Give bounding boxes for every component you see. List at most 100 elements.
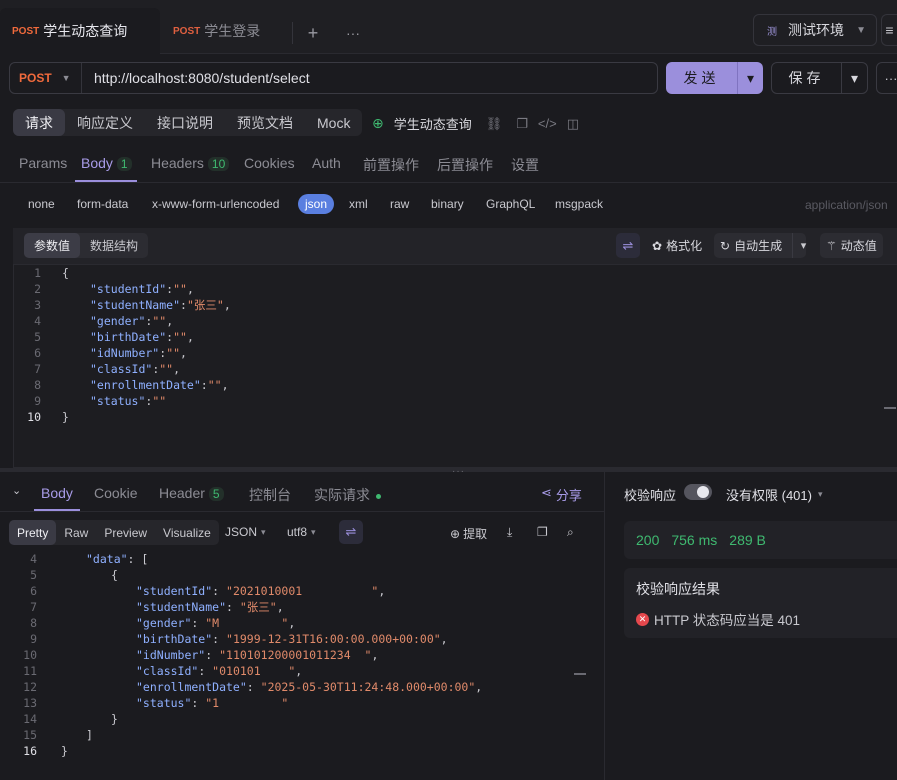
permission-select[interactable]: 没有权限 (401) ▾ [726,485,823,504]
tab-post-ops[interactable]: 后置操作 [437,155,493,175]
share-label: 分享 [555,488,582,503]
refresh-icon: ↻ [720,238,731,253]
code-line: 13 "status": "1 " [9,695,589,711]
tab-params[interactable]: Params [19,155,67,171]
more-tabs-icon[interactable]: ··· [343,22,363,44]
resp-tab-header[interactable]: Header 5 [159,485,224,501]
body-type-binary[interactable]: binary [431,197,464,211]
body-type-msgpack[interactable]: msgpack [555,197,603,211]
wrap-icon[interactable]: ⇌ [339,520,363,544]
wrap-icon[interactable]: ⇌ [616,233,640,258]
code-line: 11 "classId": "010101 ", [9,663,589,679]
panel-icon[interactable]: ◫ [567,116,579,132]
tab-cookies[interactable]: Cookies [244,155,295,171]
code-text: "birthDate":"", [90,330,194,344]
code-line: 4 "data": [ [9,551,589,567]
link-icon[interactable]: ⛓ [486,116,503,132]
body-type-json[interactable]: json [298,194,335,214]
share-button[interactable]: ⋖ 分享 [541,485,582,504]
line-number: 12 [23,680,37,694]
tab-request[interactable]: 请求 [13,109,65,136]
body-type-urlencoded[interactable]: x-www-form-urlencoded [152,197,279,211]
tab-data-structure[interactable]: 数据结构 [80,233,148,258]
encoding-select[interactable]: utf8 ▾ [287,525,316,539]
code-text: "data": [ [86,552,149,566]
env-label: 测试环境 [788,22,844,38]
save-label: 保存 [788,70,825,86]
code-text: "gender":"", [90,314,174,328]
tab-headers[interactable]: Headers 10 [151,155,230,171]
tab-student-login[interactable]: POST 学生登录 [161,8,291,54]
code-text: "studentId": "2021010001 ", [136,584,386,598]
response-size: 289 B [729,532,766,548]
tab-settings[interactable]: 设置 [511,155,539,175]
resp-tab-header-label: Header [159,485,205,501]
send-button[interactable]: 发送 ▾ [666,62,763,94]
resp-tab-cookie[interactable]: Cookie [94,485,138,501]
code-text: "idNumber":"", [90,346,187,360]
code-line: 8 "enrollmentDate":"", [13,377,873,393]
view-preview[interactable]: Preview [96,520,155,545]
tab-mock[interactable]: Mock [305,109,362,136]
code-text: } [61,744,68,758]
copy-icon[interactable]: ❐ [516,116,528,132]
tab-student-query[interactable]: POST 学生动态查询 [0,8,160,54]
search-icon[interactable]: ⌕ [567,525,574,540]
scrollbar-marker[interactable] [574,673,586,675]
body-type-none[interactable]: none [28,197,55,211]
api-name-label[interactable]: 学生动态查询 [394,114,472,133]
format-select[interactable]: JSON ▾ [225,525,266,539]
globe-icon: ⊕ [372,115,384,131]
vertical-divider[interactable] [604,472,605,780]
scrollbar-marker[interactable] [884,407,896,409]
autogen-label: 自动生成 [734,239,783,253]
resp-tab-body[interactable]: Body [41,485,73,501]
chevron-down-icon: ▾ [311,526,316,537]
body-type-raw[interactable]: raw [390,197,409,211]
tab-response-definition[interactable]: 响应定义 [65,109,145,136]
tab-api-description[interactable]: 接口说明 [145,109,225,136]
body-type-xml[interactable]: xml [349,197,368,211]
validation-toggle[interactable] [684,484,712,500]
copy-icon[interactable]: ❐ [537,525,548,539]
resp-tab-console[interactable]: 控制台 [249,485,291,505]
view-visualize[interactable]: Visualize [155,520,219,545]
splitter-handle-icon[interactable]: ··· [452,466,465,477]
code-line: 5 "birthDate":"", [13,329,873,345]
method-select[interactable]: POST ▼ [10,63,82,93]
tab-param-values[interactable]: 参数值 [24,233,81,258]
tab-auth[interactable]: Auth [312,155,341,171]
send-dropdown-icon[interactable]: ▾ [737,62,763,94]
autogen-dropdown-icon[interactable]: ▾ [792,233,814,258]
format-button[interactable]: ✿ 格式化 [646,233,708,258]
collapse-icon[interactable]: ⌄ [12,484,21,497]
code-text: "enrollmentDate": "2025-05-30T11:24:48.0… [136,680,483,694]
code-line: 2 "studentId":"", [13,281,873,297]
dynamic-value-button[interactable]: ⚚ 动态值 [820,233,883,258]
response-time: 756 ms [671,532,718,548]
tab-body[interactable]: Body 1 [81,155,132,171]
response-view-tabs: Pretty Raw Preview Visualize [9,520,219,545]
url-input[interactable] [82,63,657,93]
more-options-icon[interactable]: ··· [876,62,897,94]
extract-button[interactable]: ⊕ 提取 [450,525,487,542]
response-code: 4 "data": [5{6 "studentId": "2021010001 ",… [9,551,589,759]
code-text: "studentName": "张三", [136,600,284,614]
resp-tab-actual-request[interactable]: 实际请求 [314,485,381,505]
code-icon[interactable]: </> [538,116,557,131]
add-tab-icon[interactable]: + [303,22,323,44]
view-pretty[interactable]: Pretty [9,520,57,545]
body-type-graphql[interactable]: GraphQL [486,197,535,211]
panel-splitter[interactable] [0,468,897,472]
save-dropdown-icon[interactable]: ▾ [841,63,867,93]
menu-icon[interactable]: ≡ [881,14,897,46]
validation-result-title: 校验响应结果 [636,581,720,597]
tab-preview-doc[interactable]: 预览文档 [225,109,305,136]
environment-select[interactable]: 测 测试环境 ▼ [753,14,877,46]
download-icon[interactable]: ⤓ [507,525,512,540]
body-type-form-data[interactable]: form-data [77,197,128,211]
save-button[interactable]: 保存 ▾ [771,62,868,94]
tab-pre-ops[interactable]: 前置操作 [363,155,419,175]
code-text: "studentId":"", [90,282,194,296]
view-raw[interactable]: Raw [56,520,96,545]
